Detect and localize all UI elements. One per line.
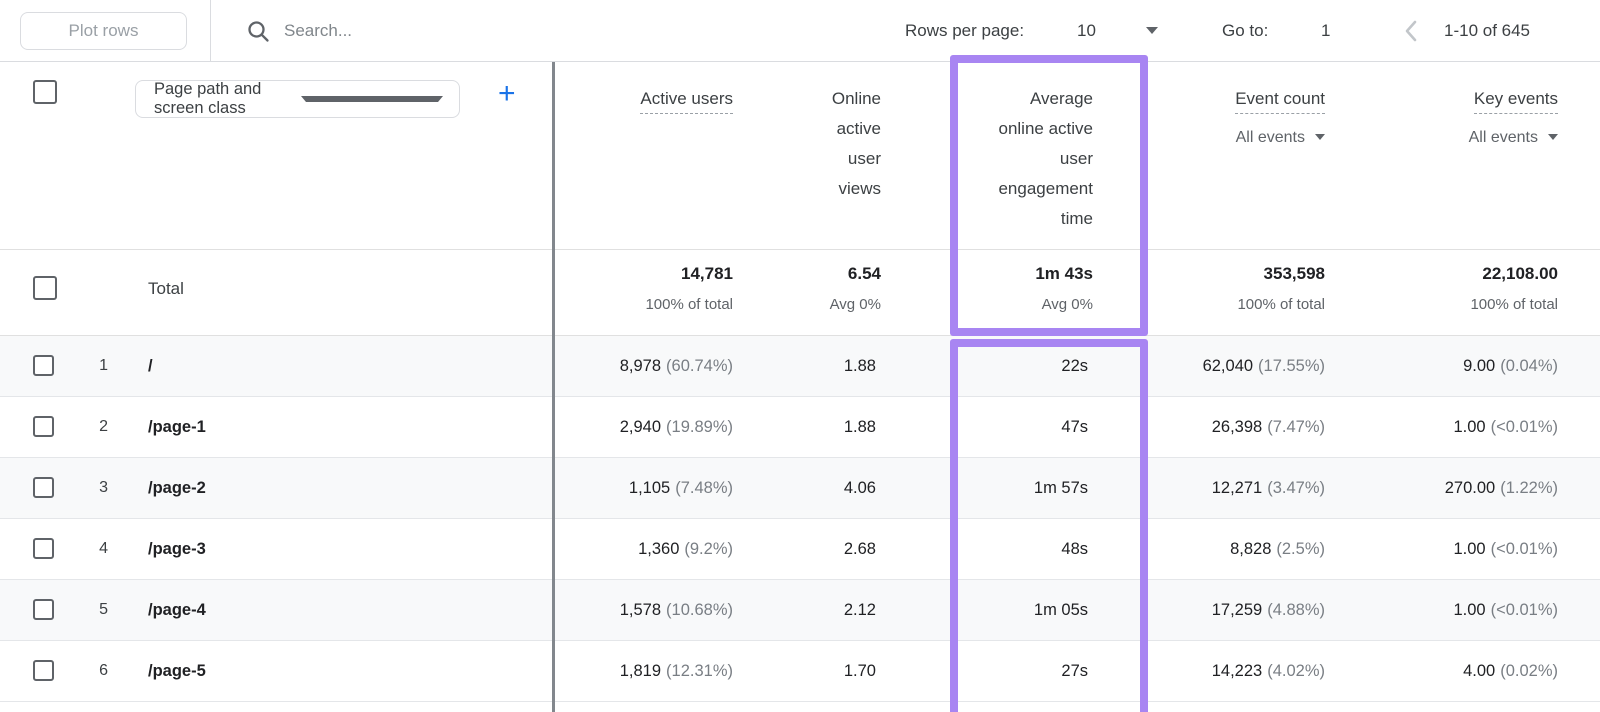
total-row: Total 14,781 100% of total 6.54 Avg 0% 1m …	[0, 250, 1600, 336]
table-row[interactable]: 6 /page-5 1,819 (12.31%) 1.70 27s 14,223(…	[0, 641, 1600, 702]
cell-online-active-user-views: 2.68	[843, 539, 876, 558]
cell-avg-engagement-time: 1m 57s	[1033, 478, 1088, 497]
cell-online-active-user-views: 1.70	[843, 661, 876, 680]
cell-key-events: 1.00 (<0.01%)	[1453, 539, 1558, 558]
cell-event-count: 62,040 (17.55%)	[1202, 356, 1325, 375]
cell-key-events: 9.00 (0.04%)	[1463, 356, 1558, 375]
cell-event-count: 12,271 (3.47%)	[1211, 478, 1325, 497]
cell-active-users: 1,578 (10.68%)	[619, 600, 733, 619]
cell-avg-engagement-time: 47s	[1061, 417, 1088, 436]
column-header-active-users[interactable]: Active users	[640, 84, 733, 114]
cell-avg-engagement-time: 1m 05s	[1033, 600, 1088, 619]
table-header: Page path and screen class + Active user…	[0, 62, 1600, 250]
cell-avg-engagement-time: 48s	[1061, 539, 1088, 558]
search-input[interactable]: Search...	[284, 21, 352, 41]
column-header-event-count[interactable]: Event count All events	[1235, 84, 1325, 153]
column-header-avg-engagement-time[interactable]: Average online active user engagement ti…	[963, 84, 1093, 234]
cell-online-active-user-views: 2.12	[843, 600, 876, 619]
row-page-path: /page-4	[148, 600, 206, 619]
total-row-checkbox[interactable]	[33, 276, 57, 300]
table-row[interactable]: 5 /page-4 1,578 (10.68%) 2.12 1m 05s 17,2…	[0, 580, 1600, 641]
row-number: 2	[99, 418, 108, 435]
cell-event-count: 17,259 (4.88%)	[1211, 600, 1325, 619]
row-page-path: /page-3	[148, 539, 206, 558]
cell-key-events: 1.00 (<0.01%)	[1453, 417, 1558, 436]
table-toolbar: Plot rows Search... Rows per page: 10 Go…	[0, 0, 1600, 62]
table-row[interactable]: 1 / 8,978 (60.74%) 1.88 22s 62,040 (17.55%…	[0, 336, 1600, 397]
previous-page-chevron-icon[interactable]	[1400, 18, 1424, 44]
column-header-online-active-user-views[interactable]: Online active user views	[801, 84, 881, 204]
row-number: 4	[99, 540, 108, 557]
cell-active-users: 1,360 (9.2%)	[638, 539, 733, 558]
frozen-column-divider	[552, 62, 555, 712]
plot-rows-button[interactable]: Plot rows	[20, 12, 187, 50]
add-dimension-button[interactable]: +	[498, 79, 516, 109]
cell-active-users: 1,819 (12.31%)	[619, 661, 733, 680]
key-events-filter-caret-icon	[1548, 134, 1558, 140]
dimension-selector[interactable]: Page path and screen class	[135, 80, 460, 118]
rows-per-page-caret-icon[interactable]	[1146, 27, 1158, 34]
cell-event-count: 8,828 (2.5%)	[1230, 539, 1325, 558]
select-all-checkbox[interactable]	[33, 80, 57, 104]
event-count-filter[interactable]: All events	[1235, 123, 1325, 153]
cell-avg-engagement-time: 22s	[1061, 356, 1088, 375]
cell-active-users: 8,978 (60.74%)	[619, 356, 733, 375]
cell-online-active-user-views: 1.88	[843, 417, 876, 436]
cell-key-events: 4.00 (0.02%)	[1463, 661, 1558, 680]
cell-active-users: 1,105 (7.48%)	[628, 478, 733, 497]
column-header-key-events[interactable]: Key events All events	[1469, 84, 1558, 153]
dimension-caret-icon	[300, 96, 443, 102]
cell-key-events: 270.00 (1.22%)	[1444, 478, 1558, 497]
total-label: Total	[148, 279, 184, 298]
rows-per-page-value[interactable]: 10	[1077, 21, 1096, 41]
row-number: 3	[99, 479, 108, 496]
analytics-report-table: Plot rows Search... Rows per page: 10 Go…	[0, 0, 1600, 712]
row-page-path: /page-5	[148, 661, 206, 680]
cell-event-count: 14,223 (4.02%)	[1211, 661, 1325, 680]
cell-online-active-user-views: 4.06	[843, 478, 876, 497]
cell-avg-engagement-time: 27s	[1061, 661, 1088, 680]
dimension-selector-label: Page path and screen class	[154, 80, 262, 117]
cell-key-events: 1.00 (<0.01%)	[1453, 600, 1558, 619]
row-number: 1	[99, 357, 108, 374]
go-to-label: Go to:	[1222, 21, 1269, 40]
cell-active-users: 2,940 (19.89%)	[619, 417, 733, 436]
row-page-path: /page-2	[148, 478, 206, 497]
cell-event-count: 26,398 (7.47%)	[1211, 417, 1325, 436]
table-row[interactable]: 4 /page-3 1,360 (9.2%) 2.68 48s 8,828 (2.5…	[0, 519, 1600, 580]
rows-per-page-label: Rows per page:	[905, 21, 1025, 40]
search-icon	[246, 19, 271, 44]
key-events-filter[interactable]: All events	[1469, 123, 1558, 153]
cell-online-active-user-views: 1.88	[843, 356, 876, 375]
event-count-filter-caret-icon	[1315, 134, 1325, 140]
row-number: 6	[99, 662, 108, 679]
toolbar-divider	[210, 0, 211, 62]
row-page-path: /	[148, 356, 153, 375]
pagination-range: 1-10 of 645	[1444, 21, 1531, 40]
row-number: 5	[99, 601, 108, 618]
table-row[interactable]: 3 /page-2 1,105 (7.48%) 4.06 1m 57s 12,27…	[0, 458, 1600, 519]
go-to-input[interactable]: 1	[1321, 21, 1330, 41]
table-row[interactable]: 2 /page-1 2,940 (19.89%) 1.88 47s 26,398(…	[0, 397, 1600, 458]
row-page-path: /page-1	[148, 417, 206, 436]
